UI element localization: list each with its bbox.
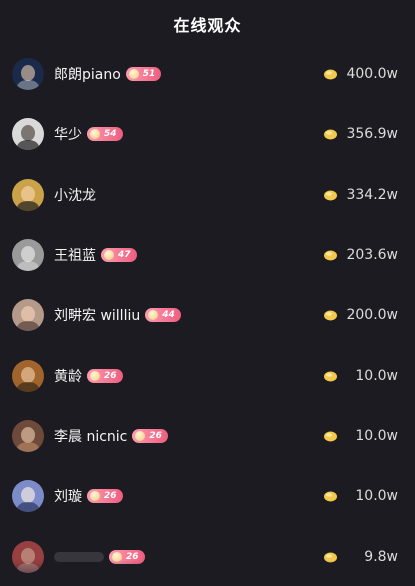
badge-orb-icon <box>112 551 122 562</box>
contribution-amount: 203.6w <box>346 247 398 264</box>
coin-icon <box>323 128 338 140</box>
avatar[interactable] <box>12 419 44 452</box>
viewer-row[interactable]: 李晨 nicnic 26 10.0w <box>0 406 415 466</box>
contribution-amount: 10.0w <box>355 367 398 384</box>
viewer-name[interactable]: 郎朗piano <box>54 64 121 84</box>
contribution-amount: 10.0w <box>355 488 398 505</box>
badge-orb-icon <box>148 310 159 321</box>
level-number: 26 <box>126 551 139 562</box>
level-number: 54 <box>104 129 117 140</box>
coin-icon <box>323 551 338 563</box>
coin-icon <box>323 249 338 261</box>
contribution-amount: 334.2w <box>346 186 398 203</box>
badge-orb-icon <box>128 69 139 80</box>
viewer-row[interactable]: 小沈龙 334.2w <box>0 165 415 225</box>
viewer-row[interactable]: 黄龄 26 10.0w <box>0 345 415 405</box>
level-number: 26 <box>104 491 117 502</box>
avatar[interactable] <box>12 239 44 272</box>
viewer-list[interactable]: 郎朗piano 51 400.0w 华少 54 356.9w 小沈龙 334.2… <box>0 44 415 586</box>
viewer-row[interactable]: 刘畊宏 willliu 44 200.0w <box>0 285 415 345</box>
level-badge: 26 <box>87 489 123 504</box>
level-badge: 26 <box>132 428 168 443</box>
viewer-name[interactable]: 黄龄 <box>54 366 82 386</box>
avatar[interactable] <box>12 118 44 151</box>
avatar[interactable] <box>12 299 44 332</box>
online-audience-panel: 在线观众 郎朗piano 51 400.0w 华少 54 356.9w 小沈龙 … <box>0 0 415 586</box>
viewer-name[interactable]: 李晨 nicnic <box>54 426 127 446</box>
viewer-row[interactable]: 王祖蓝 47 203.6w <box>0 225 415 285</box>
level-badge: 44 <box>145 308 181 323</box>
badge-orb-icon <box>135 430 146 441</box>
badge-orb-icon <box>90 491 100 502</box>
level-number: 44 <box>162 310 175 321</box>
level-number: 51 <box>142 69 156 80</box>
coin-icon <box>323 68 338 80</box>
viewer-name[interactable]: 刘璇 <box>54 486 82 506</box>
level-badge: 51 <box>125 67 162 82</box>
level-badge: 47 <box>101 248 137 263</box>
level-badge: 54 <box>87 127 123 142</box>
level-number: 26 <box>149 430 162 441</box>
coin-icon <box>323 370 338 382</box>
contribution-amount: 10.0w <box>355 427 398 444</box>
viewer-name[interactable]: 华少 <box>54 124 82 144</box>
panel-header: 在线观众 <box>0 0 415 48</box>
avatar[interactable] <box>12 540 44 573</box>
badge-orb-icon <box>104 250 114 261</box>
viewer-name[interactable] <box>54 551 104 562</box>
panel-title: 在线观众 <box>173 16 242 35</box>
badge-orb-icon <box>90 129 100 140</box>
avatar[interactable] <box>12 178 44 211</box>
contribution-amount: 9.8w <box>364 548 398 565</box>
coin-icon <box>323 490 338 502</box>
coin-icon <box>323 309 338 321</box>
level-badge: 26 <box>87 368 123 383</box>
contribution-amount: 356.9w <box>346 126 398 143</box>
level-number: 26 <box>104 370 117 381</box>
badge-orb-icon <box>90 370 100 381</box>
coin-icon <box>323 430 338 442</box>
level-badge: 26 <box>109 549 145 564</box>
viewer-row[interactable]: 郎朗piano 51 400.0w <box>0 44 415 104</box>
viewer-row[interactable]: 华少 54 356.9w <box>0 104 415 164</box>
avatar[interactable] <box>12 359 44 392</box>
coin-icon <box>323 189 338 201</box>
viewer-name[interactable]: 小沈龙 <box>54 185 96 205</box>
viewer-row[interactable]: 26 9.8w <box>0 526 415 586</box>
contribution-amount: 200.0w <box>346 307 398 324</box>
viewer-name[interactable]: 王祖蓝 <box>54 245 96 265</box>
level-number: 47 <box>118 250 131 261</box>
viewer-name[interactable]: 刘畊宏 willliu <box>54 305 140 325</box>
avatar[interactable] <box>12 480 44 513</box>
contribution-amount: 400.0w <box>346 66 398 83</box>
avatar[interactable] <box>12 58 44 91</box>
viewer-row[interactable]: 刘璇 26 10.0w <box>0 466 415 526</box>
